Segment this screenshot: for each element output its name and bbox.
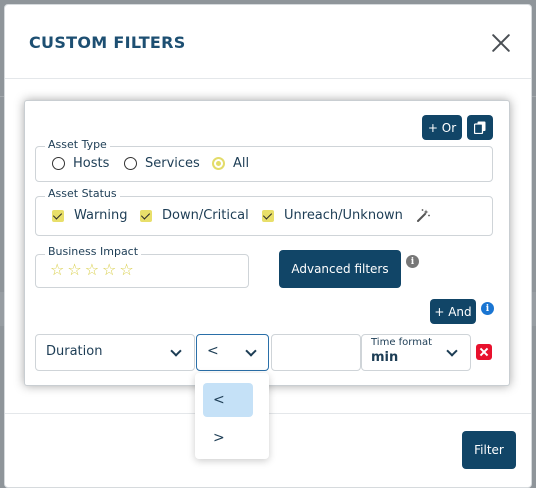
info-icon[interactable]: i xyxy=(481,302,494,315)
asset-type-hosts[interactable]: Hosts xyxy=(52,156,109,171)
condition-operator-select[interactable]: < xyxy=(196,334,269,371)
and-button[interactable]: + And xyxy=(430,299,476,324)
business-impact-group: ☆ ☆ ☆ ☆ ☆ xyxy=(35,254,249,288)
time-format-value: min xyxy=(371,350,399,365)
header-divider xyxy=(5,78,531,79)
magic-wand-icon[interactable] xyxy=(416,209,430,223)
asset-status-down-critical[interactable]: Down/Critical xyxy=(140,208,249,223)
asset-type-hosts-label: Hosts xyxy=(73,156,110,171)
advanced-filters-button[interactable]: Advanced filters xyxy=(279,250,401,288)
checkbox-down-critical[interactable] xyxy=(140,209,152,222)
asset-status-down-critical-label: Down/Critical xyxy=(162,208,249,223)
close-icon[interactable] xyxy=(487,29,515,57)
dropdown-option-greater-than[interactable]: > xyxy=(203,421,253,455)
modal-title: CUSTOM FILTERS xyxy=(29,33,186,52)
asset-status-warning-label: Warning xyxy=(74,208,128,223)
asset-type-services-label: Services xyxy=(145,156,200,171)
filter-panel: + Or Hosts Services All Asset Type Warni… xyxy=(24,100,510,386)
operator-dropdown-menu: < > xyxy=(195,373,269,459)
time-format-label: Time format xyxy=(371,337,433,348)
asset-status-unreach-unknown[interactable]: Unreach/Unknown xyxy=(262,208,403,223)
condition-field-select[interactable]: Duration xyxy=(35,334,195,371)
business-impact-legend: Business Impact xyxy=(45,245,142,258)
asset-type-services[interactable]: Services xyxy=(124,156,200,171)
filter-button[interactable]: Filter xyxy=(462,431,516,469)
asset-type-all[interactable]: All xyxy=(212,156,249,171)
asset-status-group: Warning Down/Critical Unreach/Unknown xyxy=(35,196,493,236)
asset-type-legend: Asset Type xyxy=(45,138,110,151)
radio-all[interactable] xyxy=(212,157,225,170)
star-icon[interactable]: ☆ xyxy=(119,263,133,279)
star-icon[interactable]: ☆ xyxy=(102,263,116,279)
asset-status-unreach-unknown-label: Unreach/Unknown xyxy=(284,208,403,223)
copy-icon xyxy=(474,121,486,134)
chevron-down-icon xyxy=(245,345,257,357)
chevron-down-icon xyxy=(446,345,458,357)
condition-value-input[interactable] xyxy=(271,334,361,371)
radio-hosts[interactable] xyxy=(52,157,65,170)
time-format-select[interactable]: Time format min xyxy=(361,334,471,371)
star-icon[interactable]: ☆ xyxy=(67,263,81,279)
dropdown-option-less-than[interactable]: < xyxy=(203,383,253,417)
chevron-down-icon xyxy=(170,345,182,357)
asset-status-warning[interactable]: Warning xyxy=(52,208,127,223)
checkbox-unreach-unknown[interactable] xyxy=(262,209,274,222)
asset-type-all-label: All xyxy=(233,156,250,171)
asset-type-group: Hosts Services All xyxy=(35,146,493,182)
star-icon[interactable]: ☆ xyxy=(50,263,64,279)
info-icon[interactable]: i xyxy=(406,255,419,268)
condition-field-value: Duration xyxy=(46,344,103,359)
business-impact-rating[interactable]: ☆ ☆ ☆ ☆ ☆ xyxy=(50,263,134,279)
radio-services[interactable] xyxy=(124,157,137,170)
delete-condition-button[interactable] xyxy=(476,344,492,360)
asset-status-legend: Asset Status xyxy=(45,187,120,200)
star-icon[interactable]: ☆ xyxy=(85,263,99,279)
or-button[interactable]: + Or xyxy=(422,115,462,140)
copy-button[interactable] xyxy=(467,115,493,140)
condition-operator-value: < xyxy=(207,343,219,359)
checkbox-warning[interactable] xyxy=(52,209,64,222)
